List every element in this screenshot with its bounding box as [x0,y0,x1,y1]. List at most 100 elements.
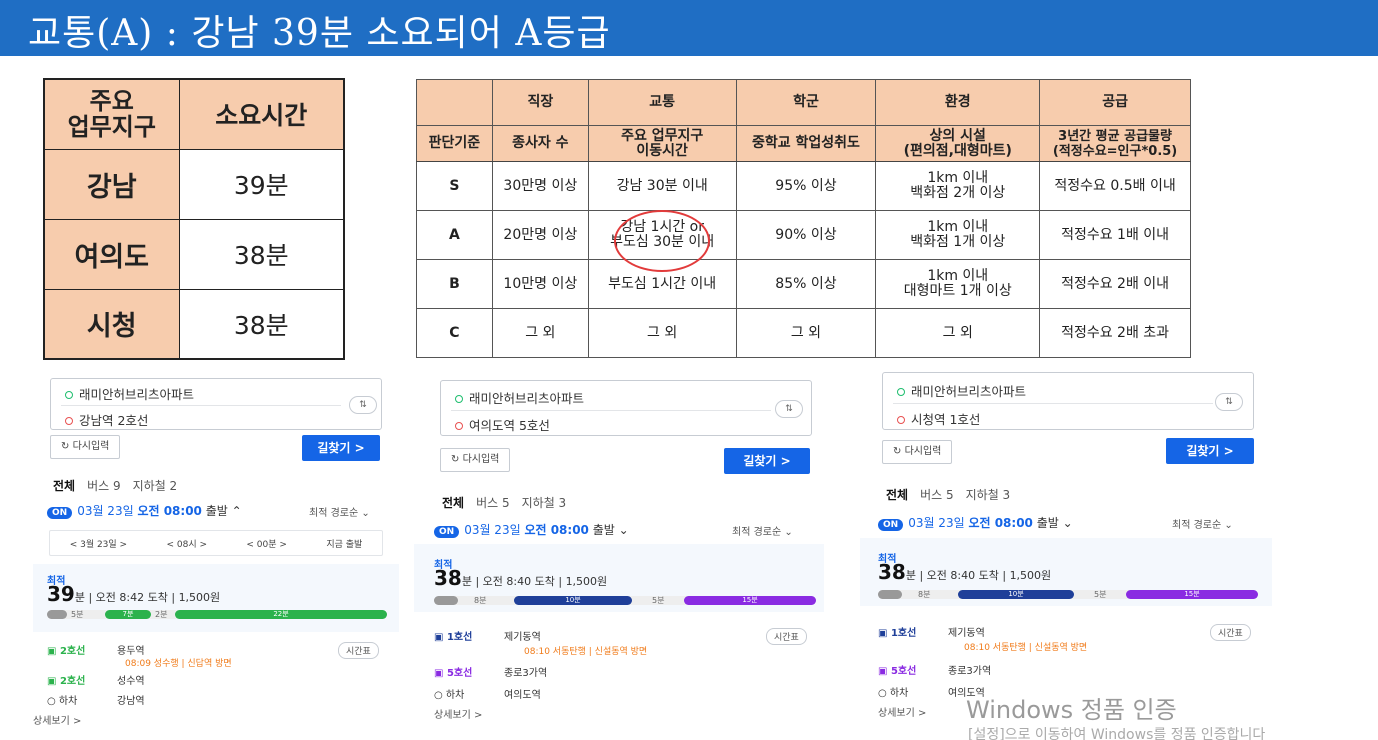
swap-icon[interactable]: ⇅ [1215,393,1243,411]
table-header-time: 소요시간 [178,78,345,150]
minute-stepper[interactable]: < 00분 > [246,537,287,550]
best-route-card[interactable]: 최적 38분 | 오전 8:40 도착 | 1,500원 8분 10분 5분 1… [860,538,1272,606]
station-text: 여의도역 [504,690,541,701]
search-route-button[interactable]: 길찾기 > [724,448,810,474]
minutes-unit: 분 [461,575,472,588]
station-text: 강남역 [117,696,145,707]
criteria-cell: 판단기준 [416,125,493,162]
origin-field[interactable]: 래미안허브리츠아파트 [455,388,584,407]
departure-row[interactable]: ON 03월 23일 오전 08:00 출발 ⌄ [878,514,1073,531]
best-route-card[interactable]: 최적 39분 | 오전 8:42 도착 | 1,500원 5분 7분 2분 22… [33,564,399,632]
date-text: 03월 23일 [908,516,965,530]
segment-bar: 5분 7분 2분 22분 [47,610,387,619]
search-route-button[interactable]: 길찾기 > [1166,438,1254,464]
sort-dropdown[interactable]: 최적 경로순 ⌄ [732,523,793,538]
table-cell: 적정수요 0.5배 이내 [1039,161,1191,211]
origin-field[interactable]: 래미안허브리츠아파트 [65,384,194,403]
time-text: 오전 08:00 [968,516,1033,530]
hour-stepper[interactable]: < 08시 > [166,537,207,550]
destination-dot-icon [897,416,905,424]
minutes-value: 39 [47,582,75,606]
column-header: 공급 [1039,79,1191,126]
origin-text: 래미안허브리츠아파트 [79,387,195,402]
date-stepper[interactable]: < 3월 23일 > [70,537,127,550]
on-badge: ON [878,519,904,531]
reset-button[interactable]: ↻ 다시입력 [440,448,511,472]
tab-bus[interactable]: 버스 5 [920,488,954,502]
station-text: 종로3가역 [504,668,548,679]
area-cell: 시청 [43,288,180,360]
table-cell: 적정수요 1배 이내 [1039,210,1191,260]
origin-dot-icon [65,391,73,399]
tab-subway[interactable]: 지하철 2 [133,479,178,493]
windows-activation-watermark: Windows 정품 인증 [966,696,1177,724]
subway-line: ▣ 1호선 [434,632,473,643]
line5-segment: 15분 [1126,590,1258,599]
table-cell: 1km 이내 대형마트 1개 이상 [875,259,1041,309]
route-panel-yeouido: 래미안허브리츠아파트 여의도역 5호선 ⇅ ↻ 다시입력 길찾기 > 전체 버스 … [414,368,824,730]
station-text: 제기동역 [948,628,985,639]
sort-label: 최적 경로순 [309,508,359,519]
search-route-button[interactable]: 길찾기 > [302,435,380,461]
table-cell: 30만명 이상 [491,161,589,211]
segment-bar: 8분 10분 5분 15분 [434,596,816,605]
alight-label: ○ 하차 [878,688,909,699]
now-button[interactable]: 지금 출발 [326,537,362,550]
tab-subway[interactable]: 지하철 3 [522,496,567,510]
minutes-unit: 분 [905,569,916,582]
line1-segment: 10분 [514,596,632,605]
segment-label: 8분 [474,596,487,605]
reset-button[interactable]: ↻ 다시입력 [50,435,121,459]
table-cell: 10만명 이상 [491,259,589,309]
route-step: ▣ 1호선 제기동역 [878,624,985,639]
route-step: ○ 하차 강남역 [47,692,145,707]
reset-button[interactable]: ↻ 다시입력 [882,440,953,464]
departure-row[interactable]: ON 03월 23일 오전 08:00 출발 ⌃ [47,502,242,519]
tab-all[interactable]: 전체 [442,496,464,510]
arrive-text: 오전 8:40 도착 [482,575,555,588]
on-badge: ON [47,507,73,519]
segment-label: 5분 [71,610,84,619]
sort-dropdown[interactable]: 최적 경로순 ⌄ [1172,516,1233,531]
line1-segment: 10분 [958,590,1074,599]
route-input-box: 래미안허브리츠아파트 강남역 2호선 ⇅ [50,378,382,430]
sort-dropdown[interactable]: 최적 경로순 ⌄ [309,504,370,519]
fare-text: 1,500원 [1009,569,1052,582]
station-text: 성수역 [117,676,145,687]
destination-field[interactable]: 시청역 1호선 [897,409,980,428]
route-tabs: 전체 버스 5 지하철 3 [886,486,1022,503]
details-link[interactable]: 상세보기 > [434,706,482,721]
sort-label: 최적 경로순 [1172,520,1222,531]
tab-bus[interactable]: 버스 5 [476,496,510,510]
swap-icon[interactable]: ⇅ [349,396,377,414]
step-sub: 08:10 서동탄행 | 신설동역 방면 [964,643,1088,653]
tab-all[interactable]: 전체 [53,479,75,493]
origin-dot-icon [455,395,463,403]
tab-all[interactable]: 전체 [886,488,908,502]
route-step: ▣ 5호선 종로3가역 [878,662,991,677]
departure-row[interactable]: ON 03월 23일 오전 08:00 출발 ⌄ [434,521,629,538]
on-badge: ON [434,526,460,538]
route-panel-gangnam: 래미안허브리츠아파트 강남역 2호선 ⇅ ↻ 다시입력 길찾기 > 전체 버스 9… [33,368,399,730]
table-cell: 85% 이상 [735,259,877,309]
grade-cell: C [416,308,493,358]
timetable-button[interactable]: 시간표 [766,628,807,645]
details-link[interactable]: 상세보기 > [878,704,926,719]
minutes-unit: 분 [74,591,85,604]
tab-bus[interactable]: 버스 9 [87,479,121,493]
destination-field[interactable]: 여의도역 5호선 [455,415,550,434]
route-step: ▣ 1호선 제기동역 [434,628,541,643]
reset-label: 다시입력 [72,441,110,452]
table-cell: 1km 이내 백화점 2개 이상 [875,161,1041,211]
subway-line: ▣ 5호선 [878,666,917,677]
timetable-button[interactable]: 시간표 [1210,624,1251,641]
reset-label: 다시입력 [462,454,500,465]
timetable-button[interactable]: 시간표 [338,642,379,659]
origin-text: 래미안허브리츠아파트 [469,391,585,406]
tab-subway[interactable]: 지하철 3 [966,488,1011,502]
swap-icon[interactable]: ⇅ [775,400,803,418]
origin-field[interactable]: 래미안허브리츠아파트 [897,381,1026,400]
details-link[interactable]: 상세보기 > [33,712,81,727]
best-route-card[interactable]: 최적 38분 | 오전 8:40 도착 | 1,500원 8분 10분 5분 1… [414,544,824,612]
destination-field[interactable]: 강남역 2호선 [65,410,148,429]
